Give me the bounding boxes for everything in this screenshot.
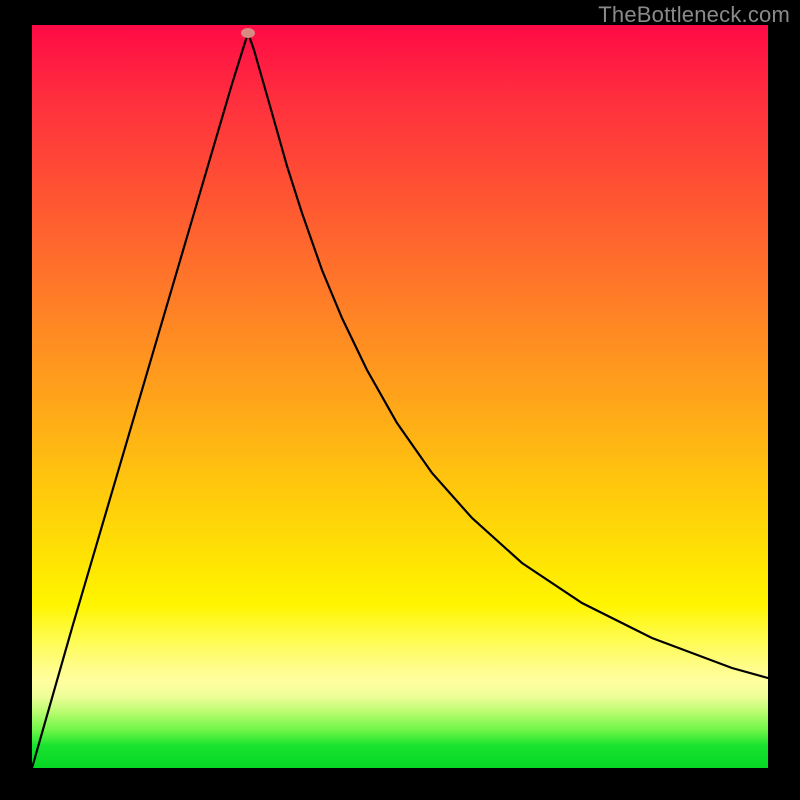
bottleneck-curve: [32, 25, 768, 768]
minimum-marker-dot: [241, 28, 255, 38]
chart-frame: TheBottleneck.com: [0, 0, 800, 800]
plot-area: [32, 25, 768, 768]
